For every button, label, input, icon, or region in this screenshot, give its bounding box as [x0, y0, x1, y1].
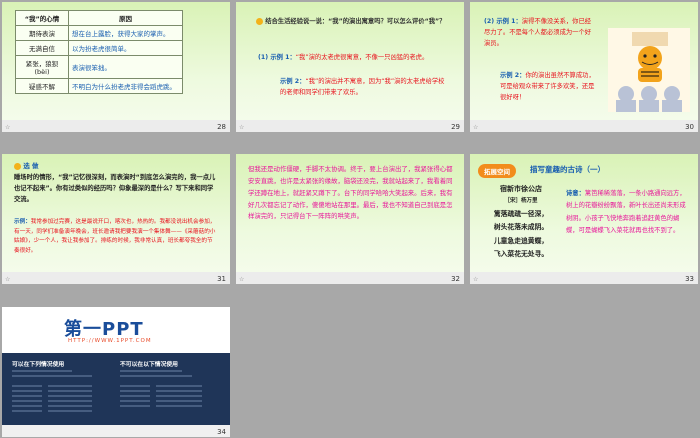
- poem-line: 儿童急走追黄蝶，: [493, 236, 549, 245]
- poem-author: ［宋］杨万里: [504, 198, 538, 204]
- slide-34[interactable]: 第一PPT HTTP://WWW.1PPT.COM 可以在下列情况使用 不可以在…: [2, 307, 230, 437]
- question: 结合生活经验说一说：“我”的演出寓意吗？可以怎么评价“我”？: [256, 16, 452, 27]
- slide-footer: 34: [2, 425, 230, 437]
- row-mood: 疑惑不解: [15, 78, 69, 94]
- slide-icon: ☆: [239, 124, 245, 131]
- prompt-text: 睡场时的情形，“我”记忆很深刻，而表演时“到底怎么演完的，我一点儿也记不起来”。…: [14, 174, 216, 204]
- story-text: 但我还是动作僵硬，手脚不太协调。终于，要上台演出了，我紧张得心都安安直跳，也许是…: [248, 165, 453, 221]
- logo-area: 第一PPT HTTP://WWW.1PPT.COM: [2, 307, 230, 353]
- example-1: (2) 示例 1：演得不像没关系，你已经尽力了。不是每个人都必须成为一个好演员。: [484, 18, 592, 48]
- slide-icon: ☆: [5, 276, 11, 283]
- slide-number: 33: [685, 275, 694, 283]
- header-mood: “我”的心情: [15, 10, 69, 26]
- slide-footer: ☆ 28: [2, 120, 230, 132]
- slide-31[interactable]: 选 做 睡场时的情形，“我”记忆很深刻，而表演时“到底怎么演完的，我一点儿也记不…: [2, 154, 230, 284]
- mood-table: “我”的心情 原因 期待表演 想在台上露脸，获得大家的掌声。 无满自信 以为扮老…: [15, 10, 183, 94]
- slide-30[interactable]: (2) 示例 1：演得不像没关系，你已经尽力了。不是每个人都必须成为一个好演员。…: [470, 2, 698, 132]
- slide-29[interactable]: 结合生活经验说一说：“我”的演出寓意吗？可以怎么评价“我”？ (1) 示例 1：…: [236, 2, 464, 132]
- slide-footer: ☆ 29: [236, 120, 464, 132]
- slide-33[interactable]: 拓展空间 描写童趣的古诗（一） 宿新市徐公店 ［宋］杨万里 篱落疏疏一径深， 树…: [470, 154, 698, 284]
- example: 示例：我常参加过完赛，这是最说开口，喀次也，热热的。我都没说出机会参加，有一天，…: [14, 219, 216, 254]
- slide-footer: ☆ 33: [470, 272, 698, 284]
- slide-footer: ☆ 31: [2, 272, 230, 284]
- slide-number: 32: [451, 275, 460, 283]
- row-reason: 表演很笨拙。: [68, 55, 183, 79]
- section-title: 描写童趣的古诗（一）: [530, 165, 605, 174]
- example-1: (1) 示例 1：“我”演的太老虎很寓意，不像一只凶猛的老虎。: [258, 54, 429, 61]
- poem: 宿新市徐公店 ［宋］杨万里 篱落疏疏一径深， 树头花落未成阴。 儿童急走追黄蝶，…: [482, 184, 560, 261]
- bulb-icon: [14, 162, 21, 170]
- slide-icon: ☆: [239, 276, 245, 283]
- slide-32[interactable]: 但我还是动作僵硬，手脚不太协调。终于，要上台演出了，我紧张得心都安安直跳，也许是…: [236, 154, 464, 284]
- slide-number: 34: [217, 428, 226, 436]
- row-mood: 紧张，狼狈(bèi): [15, 55, 69, 79]
- slide-number: 28: [217, 123, 226, 131]
- slide-icon: ☆: [5, 124, 11, 131]
- tiger-stage-illustration: [608, 28, 690, 112]
- slide-number: 31: [217, 275, 226, 283]
- section-badge: 拓展空间: [478, 164, 516, 178]
- poem-title: 宿新市徐公店: [500, 185, 542, 193]
- header-reason: 原因: [68, 10, 183, 26]
- slide-number: 29: [451, 123, 460, 131]
- row-reason: 不明白为什么扮老虎非得会蹈虎跳。: [68, 78, 183, 94]
- slide-footer: ☆ 30: [470, 120, 698, 132]
- example-2: 示例 2：“我”的演出并不寓意，因为“我”演的太老虎给学校的老师和同学们带来了欢…: [280, 78, 445, 97]
- can-use-title: 可以在下列情况使用: [12, 362, 65, 368]
- bulb-icon: [256, 17, 263, 25]
- row-reason: 以为扮老虎很简单。: [68, 40, 183, 56]
- row-mood: 无满自信: [15, 40, 69, 56]
- row-reason: 想在台上露脸，获得大家的掌声。: [68, 25, 183, 41]
- poem-line: 篱落疏疏一径深，: [493, 210, 549, 218]
- row-mood: 期待表演: [15, 25, 69, 41]
- poem-line: 树头花落未成阴。: [493, 223, 549, 232]
- slide-footer: ☆ 32: [236, 272, 464, 284]
- site-url: HTTP://WWW.1PPT.COM: [68, 338, 152, 344]
- cannot-use-title: 不可以在以下情况使用: [120, 362, 178, 368]
- example-2: 示例 2：你的演出虽然不算成功，可是给观众带来了许多欢笑，还是很好呀！: [500, 72, 595, 102]
- slide-icon: ☆: [473, 276, 479, 283]
- slide-28[interactable]: “我”的心情 原因 期待表演 想在台上露脸，获得大家的掌声。 无满自信 以为扮老…: [2, 2, 230, 132]
- section-title: 选 做: [14, 160, 39, 170]
- poem-line: 飞入菜花无处寻。: [493, 249, 549, 258]
- usage-panel: 可以在下列情况使用 不可以在以下情况使用: [2, 353, 230, 425]
- usage-lines: [12, 370, 202, 412]
- poem-meaning: 诗意：篱笆稀稀落落，一条小路通向远方，树上的花瓣纷纷飘落，新叶长出还尚未形成树阴…: [566, 190, 686, 234]
- slide-number: 30: [685, 123, 694, 131]
- slide-icon: ☆: [473, 124, 479, 131]
